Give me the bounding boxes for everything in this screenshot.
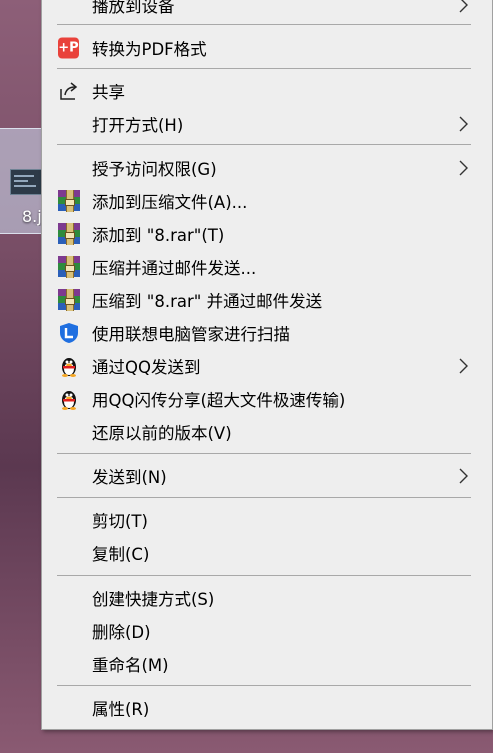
menu-separator (57, 24, 471, 25)
menu-item-label: 通过QQ发送到 (92, 357, 201, 377)
chevron-right-icon (459, 0, 468, 12)
menu-item-label: 重命名(M) (92, 655, 169, 675)
menu-item-create-shortcut[interactable]: 创建快捷方式(S) (42, 582, 492, 613)
menu-item-cast-to-device[interactable]: 播放到设备 (42, 0, 492, 20)
share-icon (60, 81, 78, 100)
menu-item-label: 用QQ闪传分享(超大文件极速传输) (92, 390, 346, 410)
menu-item-label: 授予访问权限(G) (92, 159, 217, 179)
menu-separator (57, 68, 471, 69)
menu-item-label: 剪切(T) (92, 511, 148, 531)
menu-separator (57, 497, 471, 498)
menu-item-label: 播放到设备 (92, 0, 175, 16)
winrar-icon (58, 189, 80, 212)
menu-item-add-to-archive[interactable]: 添加到压缩文件(A)... (42, 185, 492, 216)
chevron-right-icon (459, 358, 468, 373)
menu-item-cut[interactable]: 剪切(T) (42, 504, 492, 535)
menu-item-label: 发送到(N) (92, 467, 167, 487)
menu-item-copy[interactable]: 复制(C) (42, 537, 492, 568)
chevron-right-icon (459, 468, 468, 483)
menu-item-label: 转换为PDF格式 (92, 39, 207, 59)
menu-item-label: 添加到 "8.rar"(T) (92, 225, 225, 245)
winrar-icon (58, 222, 80, 245)
menu-item-restore-previous-versions[interactable]: 还原以前的版本(V) (42, 416, 492, 447)
menu-item-label: 创建快捷方式(S) (92, 589, 215, 609)
menu-item-properties[interactable]: 属性(R) (42, 692, 492, 723)
menu-item-label: 删除(D) (92, 622, 151, 642)
menu-item-label: 压缩到 "8.rar" 并通过邮件发送 (92, 291, 323, 311)
menu-item-label: 属性(R) (92, 699, 150, 719)
menu-item-open-with[interactable]: 打开方式(H) (42, 108, 492, 139)
menu-separator (57, 453, 471, 454)
menu-item-delete[interactable]: 删除(D) (42, 615, 492, 646)
menu-item-convert-to-pdf[interactable]: +P 转换为PDF格式 (42, 32, 492, 63)
lenovo-shield-icon (60, 322, 78, 343)
menu-item-send-via-qq[interactable]: 通过QQ发送到 (42, 350, 492, 381)
image-thumbnail-icon (10, 169, 42, 195)
menu-item-compress-and-email[interactable]: 压缩并通过邮件发送... (42, 251, 492, 282)
menu-item-label: 共享 (92, 82, 125, 102)
menu-item-lenovo-scan[interactable]: 使用联想电脑管家进行扫描 (42, 317, 492, 348)
menu-item-label: 还原以前的版本(V) (92, 423, 232, 443)
menu-item-send-to[interactable]: 发送到(N) (42, 460, 492, 491)
qq-penguin-icon (62, 390, 76, 410)
menu-item-give-access[interactable]: 授予访问权限(G) (42, 152, 492, 183)
menu-item-label: 添加到压缩文件(A)... (92, 192, 248, 212)
menu-item-compress-to-8-rar-and-email[interactable]: 压缩到 "8.rar" 并通过邮件发送 (42, 284, 492, 315)
menu-item-label: 使用联想电脑管家进行扫描 (92, 324, 290, 344)
menu-item-label: 打开方式(H) (92, 115, 184, 135)
menu-item-add-to-8-rar[interactable]: 添加到 "8.rar"(T) (42, 218, 492, 249)
menu-item-label: 复制(C) (92, 544, 150, 564)
chevron-right-icon (459, 116, 468, 131)
winrar-icon (58, 288, 80, 311)
menu-separator (57, 575, 471, 576)
menu-separator (57, 685, 471, 686)
menu-item-rename[interactable]: 重命名(M) (42, 648, 492, 679)
menu-separator (57, 144, 471, 145)
menu-item-share[interactable]: 共享 (42, 75, 492, 106)
chevron-right-icon (459, 160, 468, 175)
qq-penguin-icon (62, 357, 76, 377)
menu-item-label: 压缩并通过邮件发送... (92, 258, 257, 278)
menu-item-qq-flash-share[interactable]: 用QQ闪传分享(超大文件极速传输) (42, 383, 492, 414)
winrar-icon (58, 255, 80, 278)
context-menu: 播放到设备 +P 转换为PDF格式 共享 打开方式(H) 授予访问权限(G) 添… (41, 0, 493, 730)
desktop-file-8-jpg[interactable]: 8.j (0, 128, 45, 234)
pdf-convert-icon: +P (58, 37, 79, 58)
